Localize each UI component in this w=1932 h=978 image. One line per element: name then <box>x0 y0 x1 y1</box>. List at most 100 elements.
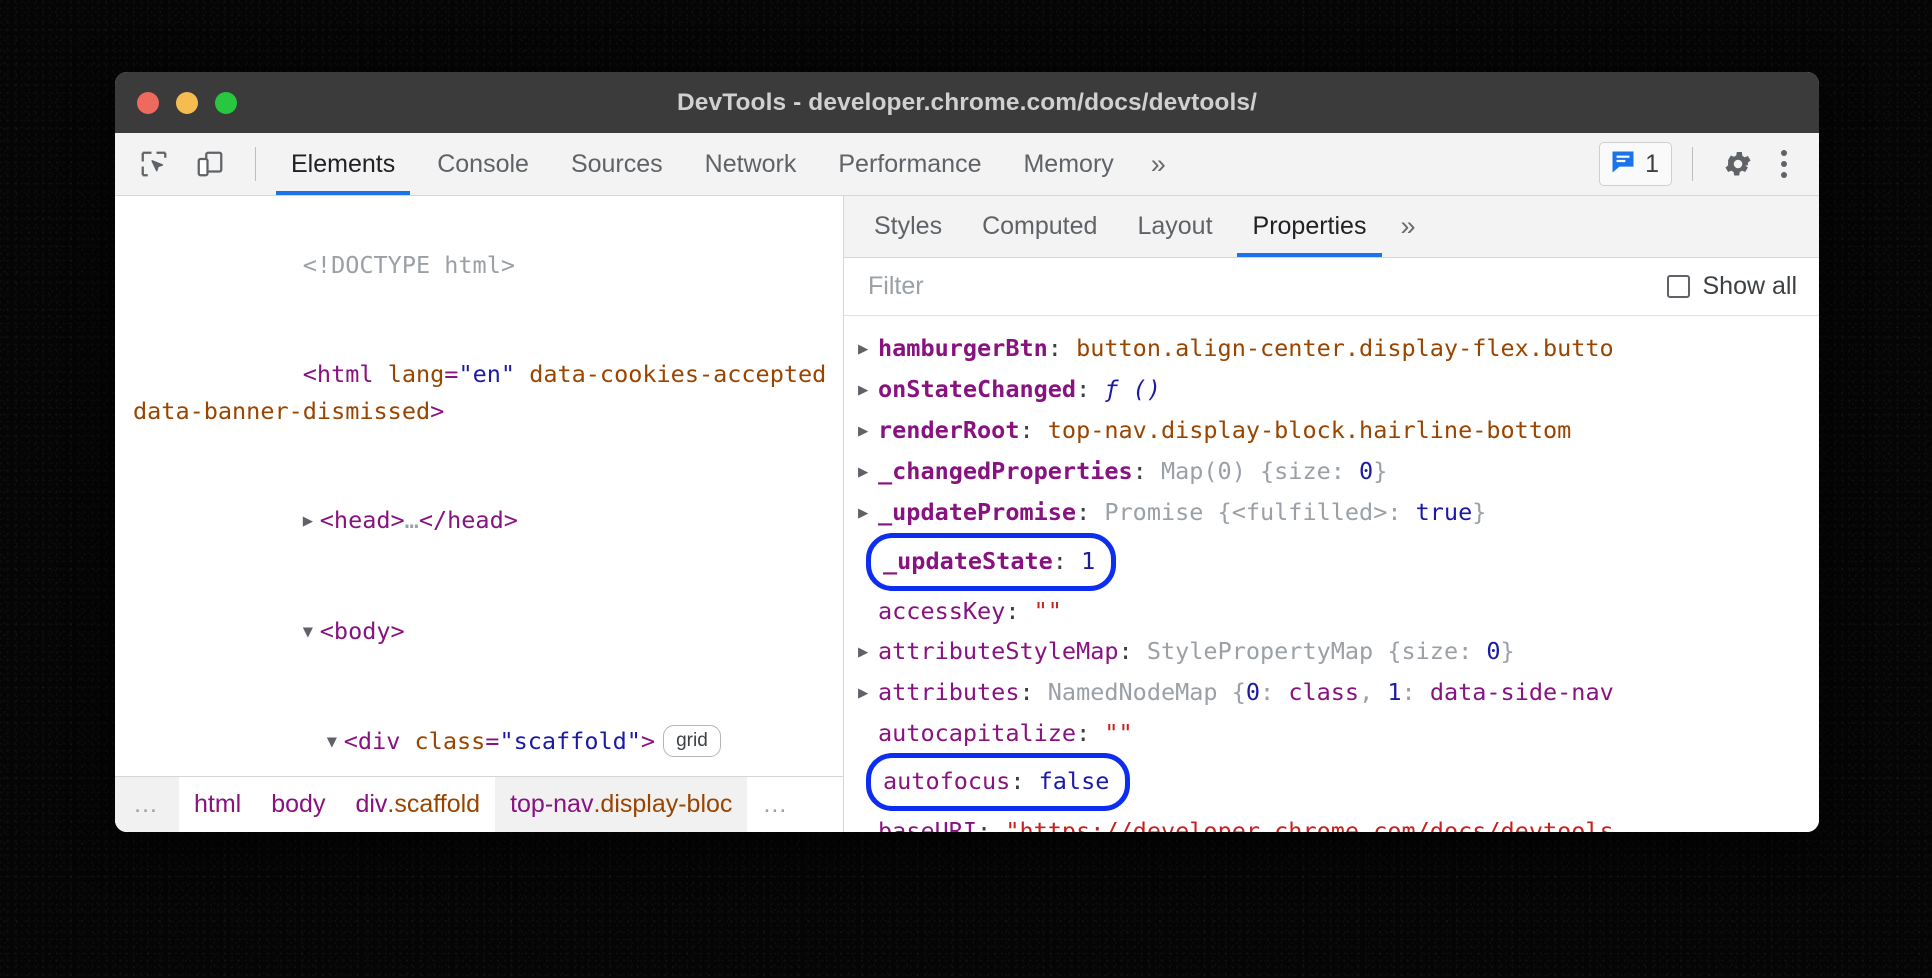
breadcrumb-item-topnav-label: top-nav <box>510 790 593 819</box>
expand-arrow-hamburgerBtn-icon[interactable]: ▶ <box>858 329 878 369</box>
show-all-checkbox[interactable] <box>1667 275 1690 298</box>
property-row-baseURI[interactable]: baseURI: "https://developer.chrome.com/d… <box>844 811 1819 832</box>
property-name-autofocus: autofocus <box>883 767 1010 795</box>
property-value-renderRoot[interactable]: top-nav.display-block.hairline-bottom <box>1048 416 1571 444</box>
issues-speech-bubble-icon <box>1609 148 1637 181</box>
expand-arrow-attributeStyleMap-icon[interactable]: ▶ <box>858 632 878 672</box>
issues-counter-button[interactable]: 1 <box>1599 142 1672 186</box>
dom-line-doctype[interactable]: <!DOCTYPE html> <box>115 210 843 320</box>
dom-line-div-scaffold[interactable]: ▼<div class="scaffold">grid <box>115 687 843 777</box>
property-name-attributes: attributes <box>878 678 1019 706</box>
toolbar-divider <box>255 147 256 181</box>
property-row-hamburgerBtn[interactable]: ▶hamburgerBtn: button.align-center.displ… <box>844 328 1819 369</box>
panel-tabs: Elements Console Sources Network Perform… <box>270 133 1182 195</box>
inspect-element-icon[interactable] <box>131 141 177 187</box>
grid-badge[interactable]: grid <box>663 725 721 757</box>
toolbar-right-divider <box>1692 147 1693 181</box>
expand-arrow-renderRoot-icon[interactable]: ▶ <box>858 411 878 451</box>
breadcrumb-item-topnav-class: .display-bloc <box>593 790 732 819</box>
issues-count: 1 <box>1645 150 1659 179</box>
property-value-updateState[interactable]: 1 <box>1081 547 1095 575</box>
dom-tree[interactable]: <!DOCTYPE html> <html lang="en" data-coo… <box>115 196 843 776</box>
window-title: DevTools - developer.chrome.com/docs/dev… <box>115 89 1819 117</box>
breadcrumb-overflow-left[interactable]: … <box>115 777 179 832</box>
tab-computed[interactable]: Computed <box>962 196 1117 257</box>
expand-arrow-onStateChanged-icon[interactable]: ▶ <box>858 370 878 410</box>
toolbar-right-icons: 1 <box>1599 133 1819 195</box>
property-row-attributes[interactable]: ▶attributes: NamedNodeMap {0: class, 1: … <box>844 672 1819 713</box>
expand-arrow-changedProperties-icon[interactable]: ▶ <box>858 452 878 492</box>
tab-elements[interactable]: Elements <box>270 133 416 195</box>
tab-performance[interactable]: Performance <box>817 133 1002 195</box>
breadcrumb-item-body-label: body <box>271 790 325 819</box>
tab-performance-label: Performance <box>838 150 981 179</box>
dom-line-head[interactable]: ▶<head>…</head> <box>115 466 843 577</box>
property-value-onStateChanged[interactable]: ƒ () <box>1104 375 1161 403</box>
property-row-updatePromise[interactable]: ▶_updatePromise: Promise {<fulfilled>: t… <box>844 492 1819 533</box>
breadcrumb-item-top-nav[interactable]: top-nav.display-bloc <box>495 777 747 832</box>
filter-input[interactable] <box>868 272 1667 301</box>
screen: DevTools - developer.chrome.com/docs/dev… <box>0 0 1932 978</box>
property-row-renderRoot[interactable]: ▶renderRoot: top-nav.display-block.hairl… <box>844 410 1819 451</box>
breadcrumb-item-div-label: div <box>355 790 387 819</box>
collapse-arrow-scaffold-icon[interactable]: ▼ <box>327 724 344 761</box>
property-value-hamburgerBtn[interactable]: button.align-center.display-flex.butto <box>1076 334 1614 362</box>
breadcrumb-overflow-right[interactable]: … <box>747 777 805 832</box>
property-name-onStateChanged: onStateChanged <box>878 375 1076 403</box>
elements-sidebar: Styles Computed Layout Properties » Show… <box>844 196 1819 832</box>
property-name-autocapitalize: autocapitalize <box>878 719 1076 747</box>
breadcrumb-item-body[interactable]: body <box>256 777 340 832</box>
property-row-attributeStyleMap[interactable]: ▶attributeStyleMap: StylePropertyMap {si… <box>844 631 1819 672</box>
sidebar-tabs: Styles Computed Layout Properties » <box>844 196 1819 258</box>
property-value-autofocus[interactable]: false <box>1039 767 1110 795</box>
tab-console[interactable]: Console <box>416 133 550 195</box>
kebab-menu-icon[interactable] <box>1769 150 1799 178</box>
device-toolbar-icon[interactable] <box>187 141 233 187</box>
minimize-button[interactable] <box>176 92 198 114</box>
window-controls <box>137 92 237 114</box>
annotation-circle-updateState: _updateState: 1 <box>866 533 1116 591</box>
tab-sources[interactable]: Sources <box>550 133 684 195</box>
expand-arrow-head-icon[interactable]: ▶ <box>303 503 320 540</box>
property-value-autocapitalize[interactable]: "" <box>1104 719 1132 747</box>
tab-network[interactable]: Network <box>684 133 818 195</box>
property-row-accessKey[interactable]: accessKey: "" <box>844 591 1819 631</box>
tab-console-label: Console <box>437 150 529 179</box>
breadcrumb-item-html[interactable]: html <box>179 777 256 832</box>
properties-list[interactable]: ▶hamburgerBtn: button.align-center.displ… <box>844 316 1819 832</box>
tab-memory-label: Memory <box>1023 150 1113 179</box>
breadcrumb-item-div-scaffold[interactable]: div.scaffold <box>340 777 495 832</box>
tab-computed-label: Computed <box>982 212 1097 241</box>
zoom-button[interactable] <box>215 92 237 114</box>
property-row-changedProperties[interactable]: ▶_changedProperties: Map(0) {size: 0} <box>844 451 1819 492</box>
tab-sources-label: Sources <box>571 150 663 179</box>
tab-memory[interactable]: Memory <box>1002 133 1134 195</box>
property-row-updateState[interactable]: _updateState: 1 <box>844 533 1819 591</box>
breadcrumb: … html body div.scaffold top-nav.display… <box>115 776 843 832</box>
property-row-autocapitalize[interactable]: autocapitalize: "" <box>844 713 1819 753</box>
tab-styles[interactable]: Styles <box>854 196 962 257</box>
property-value-accessKey[interactable]: "" <box>1034 597 1062 625</box>
property-value-baseURI[interactable]: "https://developer.chrome.com/docs/devto… <box>1005 817 1613 832</box>
tab-layout[interactable]: Layout <box>1117 196 1232 257</box>
tab-properties[interactable]: Properties <box>1233 196 1387 257</box>
property-row-autofocus[interactable]: autofocus: false <box>844 753 1819 811</box>
expand-arrow-updatePromise-icon[interactable]: ▶ <box>858 493 878 533</box>
gear-icon[interactable] <box>1715 141 1761 187</box>
close-button[interactable] <box>137 92 159 114</box>
expand-arrow-attributes-icon[interactable]: ▶ <box>858 673 878 713</box>
more-tabs-icon[interactable]: » <box>1135 133 1182 195</box>
property-row-onStateChanged[interactable]: ▶onStateChanged: ƒ () <box>844 369 1819 410</box>
dom-line-html[interactable]: <html lang="en" data-cookies-accepted da… <box>115 320 843 466</box>
tab-properties-label: Properties <box>1253 212 1367 241</box>
dom-line-body[interactable]: ▼<body> <box>115 576 843 687</box>
more-tabs-label: » <box>1151 149 1166 180</box>
property-name-baseURI: baseURI <box>878 817 977 832</box>
show-all-toggle[interactable]: Show all <box>1667 272 1798 301</box>
collapse-arrow-body-icon[interactable]: ▼ <box>303 614 320 651</box>
property-name-hamburgerBtn: hamburgerBtn <box>878 334 1048 362</box>
annotation-circle-autofocus: autofocus: false <box>866 753 1130 811</box>
property-name-updatePromise: _updatePromise <box>878 498 1076 526</box>
breadcrumb-item-html-label: html <box>194 790 241 819</box>
sidebar-more-tabs-icon[interactable]: » <box>1386 196 1429 257</box>
